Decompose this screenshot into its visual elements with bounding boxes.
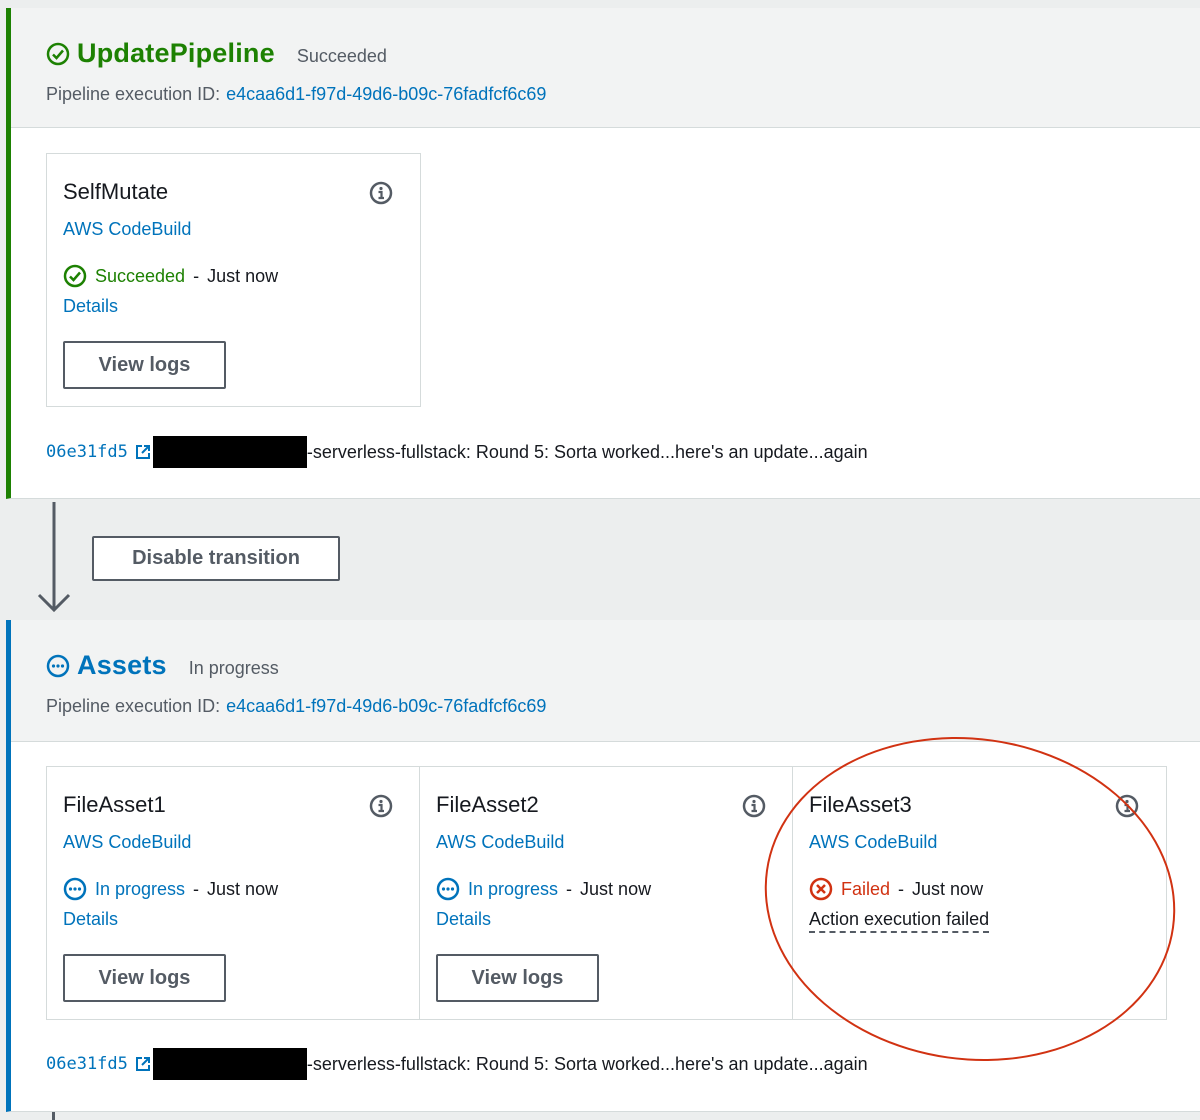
status-separator: - <box>898 878 905 899</box>
action-card-selfmutate: SelfMutate AWS CodeBuild Succeeded - Jus… <box>47 154 420 406</box>
stage-title: Assets In progress <box>46 650 279 681</box>
redacted-block <box>152 436 307 468</box>
status-text: Succeeded <box>95 265 186 286</box>
stage-name: Assets <box>77 650 167 680</box>
info-icon[interactable] <box>369 181 393 205</box>
stage-header: UpdatePipeline Succeeded Pipeline execut… <box>11 8 1200 128</box>
details-link[interactable]: Details <box>436 909 491 930</box>
execution-id-row: Pipeline execution ID: e4caa6d1-f97d-49d6… <box>46 84 546 105</box>
status-separator: - <box>193 265 200 286</box>
status-time: Just now <box>207 878 279 899</box>
view-logs-button[interactable]: View logs <box>63 954 226 1002</box>
action-status: Failed - Just now <box>809 877 983 901</box>
action-name: FileAsset1 <box>63 792 166 817</box>
stage-assets: Assets In progress Pipeline execution ID… <box>6 620 1200 1112</box>
actions-row: SelfMutate AWS CodeBuild Succeeded - Jus… <box>46 153 421 407</box>
execution-id-link[interactable]: e4caa6d1-f97d-49d6-b09c-76fadfcf6c69 <box>226 84 546 104</box>
info-icon[interactable] <box>369 794 393 818</box>
action-name: FileAsset2 <box>436 792 539 817</box>
details-link[interactable]: Details <box>63 296 118 317</box>
actions-row: FileAsset1 AWS CodeBuild In progress - J… <box>46 766 1167 1020</box>
stage-updatepipeline: UpdatePipeline Succeeded Pipeline execut… <box>6 8 1200 499</box>
disable-transition-button[interactable]: Disable transition <box>92 536 340 581</box>
info-icon[interactable] <box>1115 794 1139 818</box>
failure-message[interactable]: Action execution failed <box>809 909 990 933</box>
status-separator: - <box>566 878 573 899</box>
action-name: FileAsset3 <box>809 792 912 817</box>
info-icon[interactable] <box>742 794 766 818</box>
failed-x-icon <box>809 877 833 901</box>
action-provider-link[interactable]: AWS CodeBuild <box>809 832 937 853</box>
action-provider-link[interactable]: AWS CodeBuild <box>63 832 191 853</box>
action-name: SelfMutate <box>63 179 169 204</box>
execution-id-row: Pipeline execution ID: e4caa6d1-f97d-49d6… <box>46 696 546 717</box>
status-separator: - <box>193 878 200 899</box>
details-link[interactable]: Details <box>63 909 118 930</box>
action-provider-link[interactable]: AWS CodeBuild <box>436 832 564 853</box>
status-time: Just now <box>207 265 279 286</box>
action-card-fileasset2: FileAsset2 AWS CodeBuild In progress - J… <box>420 767 793 1019</box>
commit-row: 06e31fd5 -serverless-fullstack: Round 5:… <box>46 1048 868 1080</box>
execution-id-label: Pipeline execution ID: <box>46 696 221 716</box>
action-status: In progress - Just now <box>63 877 278 901</box>
commit-message: -serverless-fullstack: Round 5: Sorta wo… <box>306 441 868 462</box>
execution-id-label: Pipeline execution ID: <box>46 84 221 104</box>
success-check-icon <box>63 264 87 288</box>
status-text: In progress <box>468 878 559 899</box>
in-progress-icon <box>46 654 70 677</box>
status-text: In progress <box>95 878 186 899</box>
down-arrow-icon <box>37 502 71 613</box>
next-transition-arrow <box>52 1112 55 1120</box>
action-card-fileasset3: FileAsset3 AWS CodeBuild Failed - Just n… <box>793 767 1166 1019</box>
status-text: Failed <box>841 878 891 899</box>
in-progress-icon <box>63 877 87 901</box>
action-provider-link[interactable]: AWS CodeBuild <box>63 219 191 240</box>
status-time: Just now <box>580 878 652 899</box>
redacted-block <box>152 1048 307 1080</box>
stage-title: UpdatePipeline Succeeded <box>46 38 387 69</box>
action-status: Succeeded - Just now <box>63 264 278 288</box>
execution-id-link[interactable]: e4caa6d1-f97d-49d6-b09c-76fadfcf6c69 <box>226 696 546 716</box>
status-time: Just now <box>912 878 984 899</box>
stage-header: Assets In progress Pipeline execution ID… <box>11 620 1200 742</box>
commit-hash-link[interactable]: 06e31fd5 <box>46 442 128 462</box>
success-check-icon <box>46 42 70 65</box>
commit-message: -serverless-fullstack: Round 5: Sorta wo… <box>306 1053 868 1074</box>
action-card-fileasset1: FileAsset1 AWS CodeBuild In progress - J… <box>47 767 420 1019</box>
stage-state: Succeeded <box>296 46 387 66</box>
view-logs-button[interactable]: View logs <box>63 341 226 389</box>
in-progress-icon <box>436 877 460 901</box>
external-link-icon[interactable] <box>135 444 151 460</box>
commit-hash-link[interactable]: 06e31fd5 <box>46 1054 128 1074</box>
action-status: In progress - Just now <box>436 877 651 901</box>
stage-state: In progress <box>188 658 279 678</box>
view-logs-button[interactable]: View logs <box>436 954 599 1002</box>
stage-name: UpdatePipeline <box>77 38 275 68</box>
external-link-icon[interactable] <box>135 1056 151 1072</box>
commit-row: 06e31fd5 -serverless-fullstack: Round 5:… <box>46 436 868 468</box>
